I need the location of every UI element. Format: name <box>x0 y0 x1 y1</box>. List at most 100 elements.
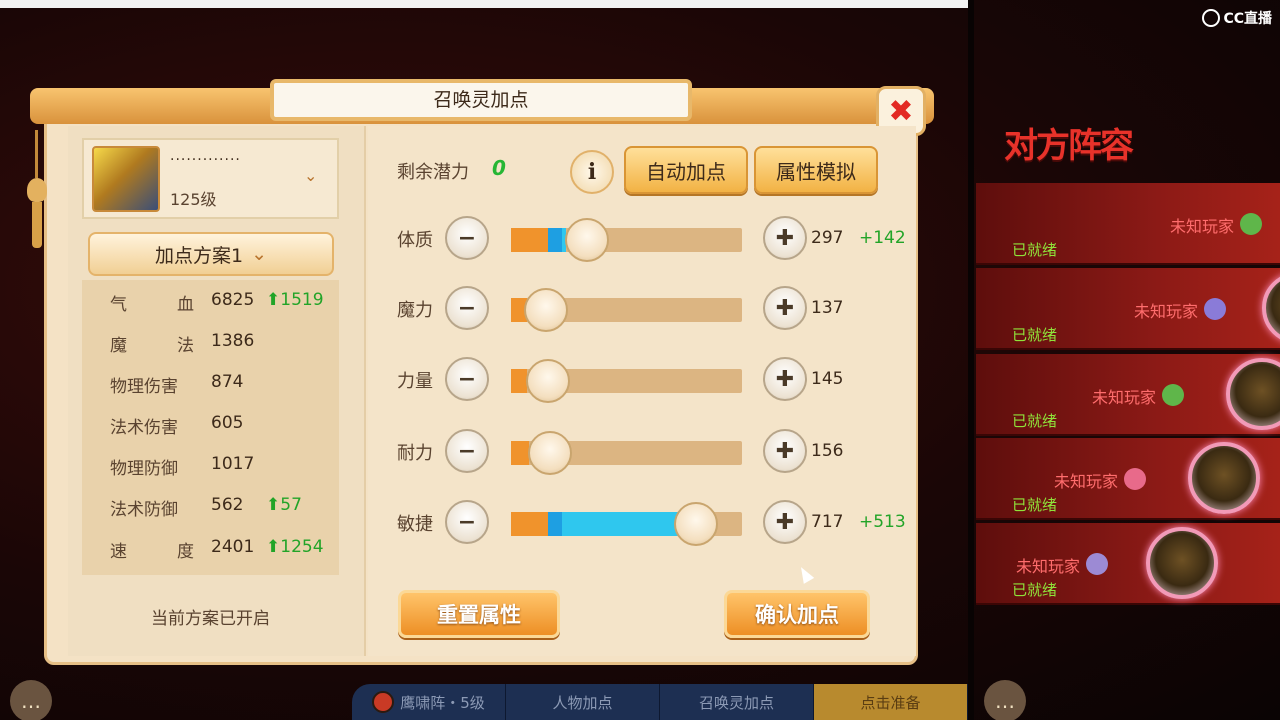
opponent-status: 已就绪 <box>1012 496 1058 514</box>
school-badge-icon <box>1162 384 1184 406</box>
cc-logo-icon <box>1202 9 1221 27</box>
plus-icon: ✚ <box>775 438 795 464</box>
stat-bonus-value: 1519 <box>280 290 324 310</box>
opponent-avatar <box>1226 358 1280 430</box>
confirm-points-button[interactable]: 确认加点 <box>724 590 870 638</box>
simulate-button[interactable]: 属性模拟 <box>754 146 878 194</box>
slider-base-fill <box>511 369 527 393</box>
plus-button[interactable]: ✚ <box>763 429 807 473</box>
stat-value: 2401 <box>211 537 255 557</box>
minus-button[interactable]: − <box>445 216 489 260</box>
chevron-down-icon[interactable]: ⌄ <box>304 166 317 185</box>
attribute-value: 137 <box>811 298 844 318</box>
up-arrow-icon: ⬆ <box>266 495 281 515</box>
opponent-row: 未知玩家已就绪 <box>976 438 1280 520</box>
cc-live-watermark: CC直播 <box>1202 8 1272 28</box>
plus-button[interactable]: ✚ <box>763 286 807 330</box>
school-badge-icon <box>1204 298 1226 320</box>
attribute-slider[interactable] <box>511 502 742 546</box>
attribute-label: 力量 <box>397 371 433 392</box>
slider-handle[interactable] <box>528 431 572 475</box>
attribute-value: 717 <box>811 512 844 532</box>
plus-button[interactable]: ✚ <box>763 216 807 260</box>
attribute-label: 魔力 <box>397 300 433 321</box>
auto-points-button[interactable]: 自动加点 <box>624 146 748 194</box>
slider-base-fill <box>511 228 548 252</box>
chat-bubble-icon[interactable]: … <box>10 680 52 720</box>
stat-label-part: 气 <box>110 295 127 315</box>
attribute-row: 体质 − ✚ 297 +142 <box>397 216 917 262</box>
slider-handle[interactable] <box>674 502 718 546</box>
browser-top-strip <box>0 0 968 8</box>
slider-handle[interactable] <box>565 218 609 262</box>
stat-value: 605 <box>211 413 244 433</box>
slider-handle[interactable] <box>524 288 568 332</box>
stat-value: 1386 <box>211 331 255 351</box>
opponent-row: 未知玩家 已就绪 <box>976 523 1280 605</box>
scheme-selector[interactable]: 加点方案1 ⌄ <box>88 232 334 276</box>
opponent-status: 已就绪 <box>1012 326 1058 344</box>
stat-label-part: 速 <box>110 542 127 562</box>
attribute-value: 145 <box>811 369 844 389</box>
attribute-row: 魔力 − ✚ 137 <box>397 286 917 332</box>
up-arrow-icon: ⬆ <box>266 290 281 310</box>
stat-row: 物理伤害 874 <box>110 372 340 397</box>
formation-icon <box>372 691 395 713</box>
stat-label-part: 血 <box>177 295 194 315</box>
attribute-bonus: +142 <box>859 228 906 248</box>
minus-button[interactable]: − <box>445 286 489 330</box>
minus-icon: − <box>457 509 477 535</box>
slider-handle[interactable] <box>526 359 570 403</box>
attribute-slider[interactable] <box>511 218 742 262</box>
stat-row: 速度 2401 ⬆1254 <box>110 537 340 562</box>
reset-attributes-button[interactable]: 重置属性 <box>398 590 560 638</box>
tassel-ornament <box>27 130 47 250</box>
stat-row: 物理防御 1017 <box>110 454 340 479</box>
pet-selector[interactable]: ············· 125级 ⌄ <box>82 138 339 219</box>
stat-row: 气血 6825 ⬆1519 <box>110 290 340 315</box>
stat-label: 速度 <box>110 537 194 562</box>
plus-button[interactable]: ✚ <box>763 500 807 544</box>
stat-label-part: 度 <box>177 542 194 562</box>
attribute-bonus: +513 <box>859 512 906 532</box>
attribute-slider[interactable] <box>511 431 742 475</box>
stat-bonus: ⬆1254 <box>266 537 324 557</box>
stat-row: 法术防御 562 ⬆57 <box>110 495 340 520</box>
stat-label-part: 法术防御 <box>110 500 178 520</box>
formation-button[interactable]: 鹰啸阵・5级 <box>352 684 506 720</box>
minus-button[interactable]: − <box>445 500 489 544</box>
opponent-name: 未知玩家 <box>1091 388 1156 407</box>
attribute-row: 敏捷 − ✚ 717 +513 <box>397 500 917 546</box>
stat-label: 法术伤害 <box>110 413 194 438</box>
plus-icon: ✚ <box>775 366 795 392</box>
pet-level: 125级 <box>170 190 217 209</box>
attribute-label: 耐力 <box>397 443 433 464</box>
stat-label-part: 法 <box>177 336 194 356</box>
minus-button[interactable]: − <box>445 357 489 401</box>
attribute-slider[interactable] <box>511 288 742 332</box>
tab-character-points[interactable]: 人物加点 <box>506 684 660 720</box>
opponent-status: 已就绪 <box>1012 412 1058 430</box>
slider-added-fill <box>548 228 566 252</box>
minus-icon: − <box>457 366 477 392</box>
stat-value: 1017 <box>211 454 255 474</box>
stat-label-part: 物理防御 <box>110 459 178 479</box>
remaining-points-value: 0 <box>492 156 506 180</box>
plus-icon: ✚ <box>775 225 795 251</box>
minus-button[interactable]: − <box>445 429 489 473</box>
opponent-avatar <box>1146 527 1218 599</box>
ready-button[interactable]: 点击准备 <box>814 684 968 720</box>
tab-pet-points[interactable]: 召唤灵加点 <box>660 684 814 720</box>
stat-label: 魔法 <box>110 331 194 356</box>
chat-bubble-icon[interactable]: … <box>984 680 1026 720</box>
school-badge-icon <box>1086 553 1108 575</box>
stat-label: 气血 <box>110 290 194 315</box>
stat-label: 物理伤害 <box>110 372 194 397</box>
plus-button[interactable]: ✚ <box>763 357 807 401</box>
attribute-slider[interactable] <box>511 359 742 403</box>
attribute-row: 力量 − ✚ 145 <box>397 357 917 403</box>
minus-icon: − <box>457 295 477 321</box>
opponent-status: 已就绪 <box>1012 581 1058 599</box>
opponent-name: 未知玩家 <box>1053 472 1118 491</box>
info-button[interactable]: i <box>570 150 614 194</box>
